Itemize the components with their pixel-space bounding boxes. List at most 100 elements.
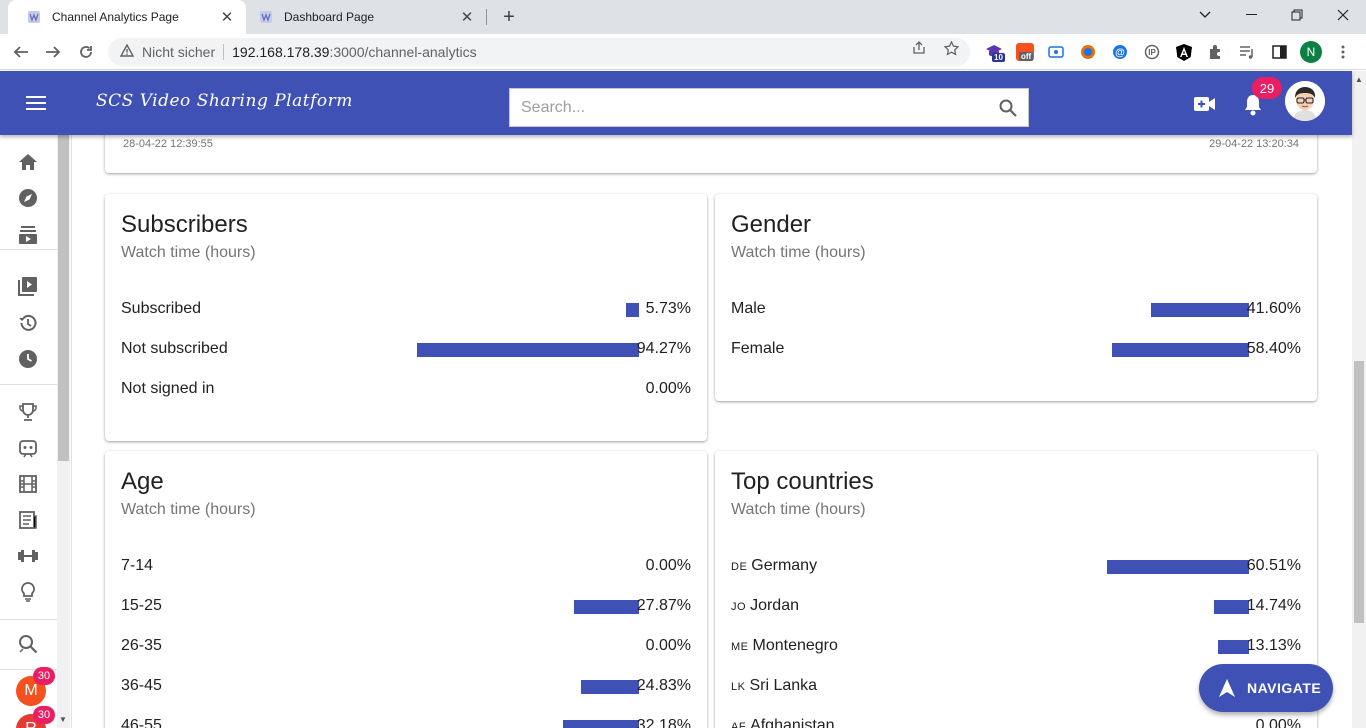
list-item: ME Montenegro 13.13%	[731, 634, 1301, 658]
tab-close-icon[interactable]: ✕	[218, 8, 236, 26]
puzzle-icon[interactable]	[1207, 43, 1225, 61]
scroll-down-arrow-icon[interactable]: ▼	[59, 715, 67, 724]
tab-close-icon[interactable]: ✕	[458, 8, 476, 26]
graduation-cap-icon[interactable]: 10	[985, 43, 1005, 62]
at-sign-icon[interactable]: @	[1111, 43, 1129, 61]
address-bar[interactable]: Nicht sicher 192.168.178.39:3000/channel…	[108, 38, 970, 66]
playlist-icon[interactable]	[1238, 43, 1256, 61]
country-name: Jordan	[750, 597, 799, 614]
list-item: 26-35 0.00%	[121, 634, 691, 658]
row-percent: 32.18%	[636, 717, 691, 728]
gaming-icon[interactable]	[16, 436, 40, 460]
sidepanel-icon[interactable]	[1270, 43, 1288, 61]
sidebar-scrollbar[interactable]: ▼	[57, 135, 70, 728]
sidebar-scroll-thumb[interactable]	[58, 135, 69, 461]
user-avatar[interactable]	[1285, 81, 1325, 121]
row-label: 46-55	[121, 717, 162, 728]
brand-title[interactable]: SCS Video Sharing Platform	[96, 91, 353, 111]
percent-bar	[581, 680, 639, 694]
subscriptions-icon[interactable]	[16, 223, 40, 247]
forward-button[interactable]	[40, 39, 66, 65]
row-label: Male	[731, 300, 766, 317]
learning-icon[interactable]	[16, 580, 40, 604]
row-label: 15-25	[121, 597, 162, 614]
watch-later-icon[interactable]	[16, 347, 40, 371]
minimize-icon[interactable]	[1228, 0, 1274, 30]
profile-avatar[interactable]: N	[1300, 41, 1322, 63]
row-percent: 5.73%	[645, 300, 691, 317]
row-percent: 58.40%	[1246, 340, 1301, 357]
extension-badge: off	[1019, 52, 1034, 61]
country-code: ME	[731, 641, 749, 653]
explore-icon[interactable]	[16, 186, 40, 210]
back-button[interactable]	[8, 39, 34, 65]
list-item: Subscribed 5.73%	[121, 297, 691, 321]
start-date: 28-04-22 12:39:55	[123, 138, 213, 150]
search-icon[interactable]	[988, 89, 1028, 126]
sports-icon[interactable]	[16, 544, 40, 568]
history-icon[interactable]	[16, 311, 40, 335]
list-item: Not signed in 0.00%	[121, 377, 691, 401]
angular-icon[interactable]	[1175, 43, 1193, 61]
page-scrollbar[interactable]: ▲	[1352, 71, 1366, 728]
notification-badge: 29	[1252, 77, 1282, 99]
list-item: 46-55 32.18%	[121, 714, 691, 728]
list-item: DE Germany 60.51%	[731, 554, 1301, 578]
percent-bar	[1151, 303, 1249, 317]
warning-icon	[119, 43, 136, 60]
row-label: 7-14	[121, 557, 154, 574]
browser-menu-icon[interactable]	[1334, 43, 1352, 61]
browser-tab-bar: Channel Analytics Page ✕ Dashboard Page …	[0, 0, 1366, 34]
card-subtitle: Watch time (hours)	[731, 244, 866, 261]
row-label: Female	[731, 340, 785, 357]
bookmark-star-icon[interactable]	[943, 40, 959, 56]
video-call-icon[interactable]	[1192, 91, 1218, 117]
security-label[interactable]: Nicht sicher	[142, 44, 215, 60]
tab-separator	[486, 9, 487, 25]
reload-button[interactable]	[73, 39, 99, 65]
app-header: SCS Video Sharing Platform 29	[0, 71, 1352, 135]
video-library-icon[interactable]	[16, 274, 40, 298]
tab-favicon-icon	[258, 9, 274, 25]
percent-bar	[417, 343, 639, 357]
movies-icon[interactable]	[16, 472, 40, 496]
off-badge-icon[interactable]: off	[1016, 43, 1034, 61]
card-subtitle: Watch time (hours)	[121, 501, 256, 518]
row-percent: 41.60%	[1246, 300, 1301, 317]
sidebar-divider	[0, 249, 57, 250]
restore-icon[interactable]	[1274, 0, 1320, 30]
tab-title: Channel Analytics Page	[52, 10, 179, 24]
tab-channel-analytics[interactable]: Channel Analytics Page ✕	[8, 0, 246, 34]
percent-bar	[626, 303, 639, 317]
channel-badge: 30	[33, 706, 55, 724]
end-date: 29-04-22 13:20:34	[1209, 138, 1299, 150]
date-range-card: 28-04-22 12:39:55 29-04-22 13:20:34	[105, 135, 1317, 173]
row-percent: 94.27%	[636, 340, 691, 357]
navigate-button[interactable]: NAVIGATE	[1199, 664, 1333, 712]
tab-search-chevron-icon[interactable]	[1182, 0, 1228, 30]
trophy-icon[interactable]	[16, 400, 40, 424]
row-percent: 60.51%	[1246, 557, 1301, 574]
country-name: Germany	[751, 557, 818, 574]
percent-bar	[1218, 640, 1249, 654]
url-path: :3000/channel-analytics	[329, 44, 477, 60]
ip-info-icon[interactable]: IP	[1143, 43, 1161, 61]
svg-text:@: @	[1115, 48, 1125, 59]
close-window-icon[interactable]	[1320, 0, 1366, 30]
share-icon[interactable]	[911, 40, 927, 56]
tab-dashboard[interactable]: Dashboard Page ✕	[246, 0, 486, 34]
news-icon[interactable]	[16, 508, 40, 532]
scroll-up-arrow-icon[interactable]: ▲	[1355, 75, 1363, 84]
row-label: Subscribed	[121, 300, 202, 317]
firefox-relay-icon[interactable]	[1079, 43, 1097, 61]
card-title: Top countries	[731, 468, 874, 495]
country-code: LK	[731, 681, 746, 693]
search-icon[interactable]	[16, 632, 40, 656]
search-input[interactable]	[510, 89, 988, 126]
new-tab-button[interactable]: +	[498, 6, 520, 28]
svg-text:IP: IP	[1148, 48, 1156, 57]
page-scroll-thumb[interactable]	[1354, 361, 1364, 623]
home-icon[interactable]	[16, 150, 40, 174]
screen-capture-icon[interactable]	[1047, 43, 1065, 61]
menu-icon[interactable]	[26, 96, 46, 110]
